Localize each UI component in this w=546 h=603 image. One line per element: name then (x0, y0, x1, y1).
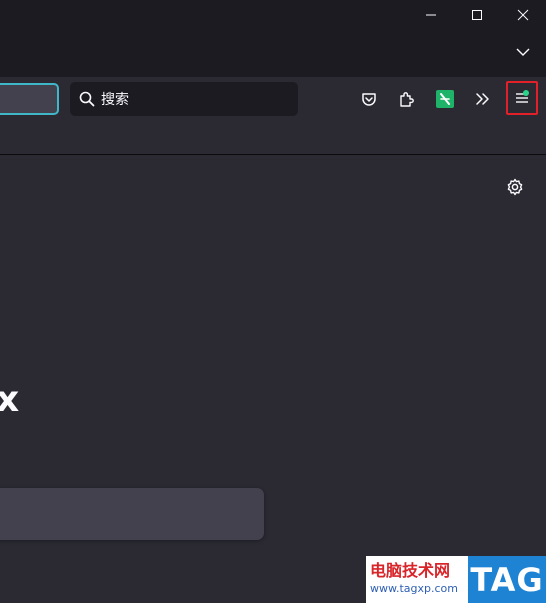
close-button[interactable] (500, 0, 546, 30)
watermark-text-box: 电脑技术网 www.tagxp.com (366, 556, 468, 603)
maximize-button[interactable] (454, 0, 500, 30)
new-tab-page: x (0, 156, 546, 603)
double-chevron-right-icon (476, 93, 489, 105)
search-bar[interactable]: 搜索 (70, 82, 298, 116)
browser-window: 搜索 x 电脑技术网 www.tagxp.com TAG (0, 0, 546, 603)
new-tab-search-box[interactable] (0, 488, 264, 540)
puzzle-icon (400, 92, 414, 107)
gear-icon (507, 178, 523, 196)
title-bar (0, 0, 546, 77)
extensions-button[interactable] (391, 83, 423, 115)
maximize-icon (472, 10, 482, 20)
overflow-menu-button[interactable] (467, 83, 499, 115)
update-badge-icon (523, 90, 529, 96)
personalize-settings-button[interactable] (502, 174, 528, 200)
translate-extension-icon (436, 90, 454, 108)
list-all-tabs-button[interactable] (508, 38, 538, 66)
watermark-tag-logo: TAG (468, 556, 546, 603)
url-bar[interactable] (0, 83, 59, 115)
app-menu-button[interactable] (506, 81, 538, 115)
search-icon (79, 91, 95, 107)
pocket-button[interactable] (353, 83, 385, 115)
minimize-icon (426, 14, 436, 16)
close-icon (517, 9, 529, 21)
chevron-down-icon (516, 48, 530, 56)
navigation-toolbar: 搜索 (0, 77, 546, 123)
firefox-wordmark: x (0, 379, 20, 420)
translate-extension-button[interactable] (429, 83, 461, 115)
watermark-url: www.tagxp.com (370, 582, 458, 595)
site-watermark: 电脑技术网 www.tagxp.com TAG (366, 556, 546, 603)
pocket-icon (362, 93, 376, 106)
minimize-button[interactable] (408, 0, 454, 30)
search-placeholder: 搜索 (101, 92, 129, 108)
watermark-title: 电脑技术网 (370, 561, 451, 580)
bookmarks-toolbar (0, 123, 546, 155)
